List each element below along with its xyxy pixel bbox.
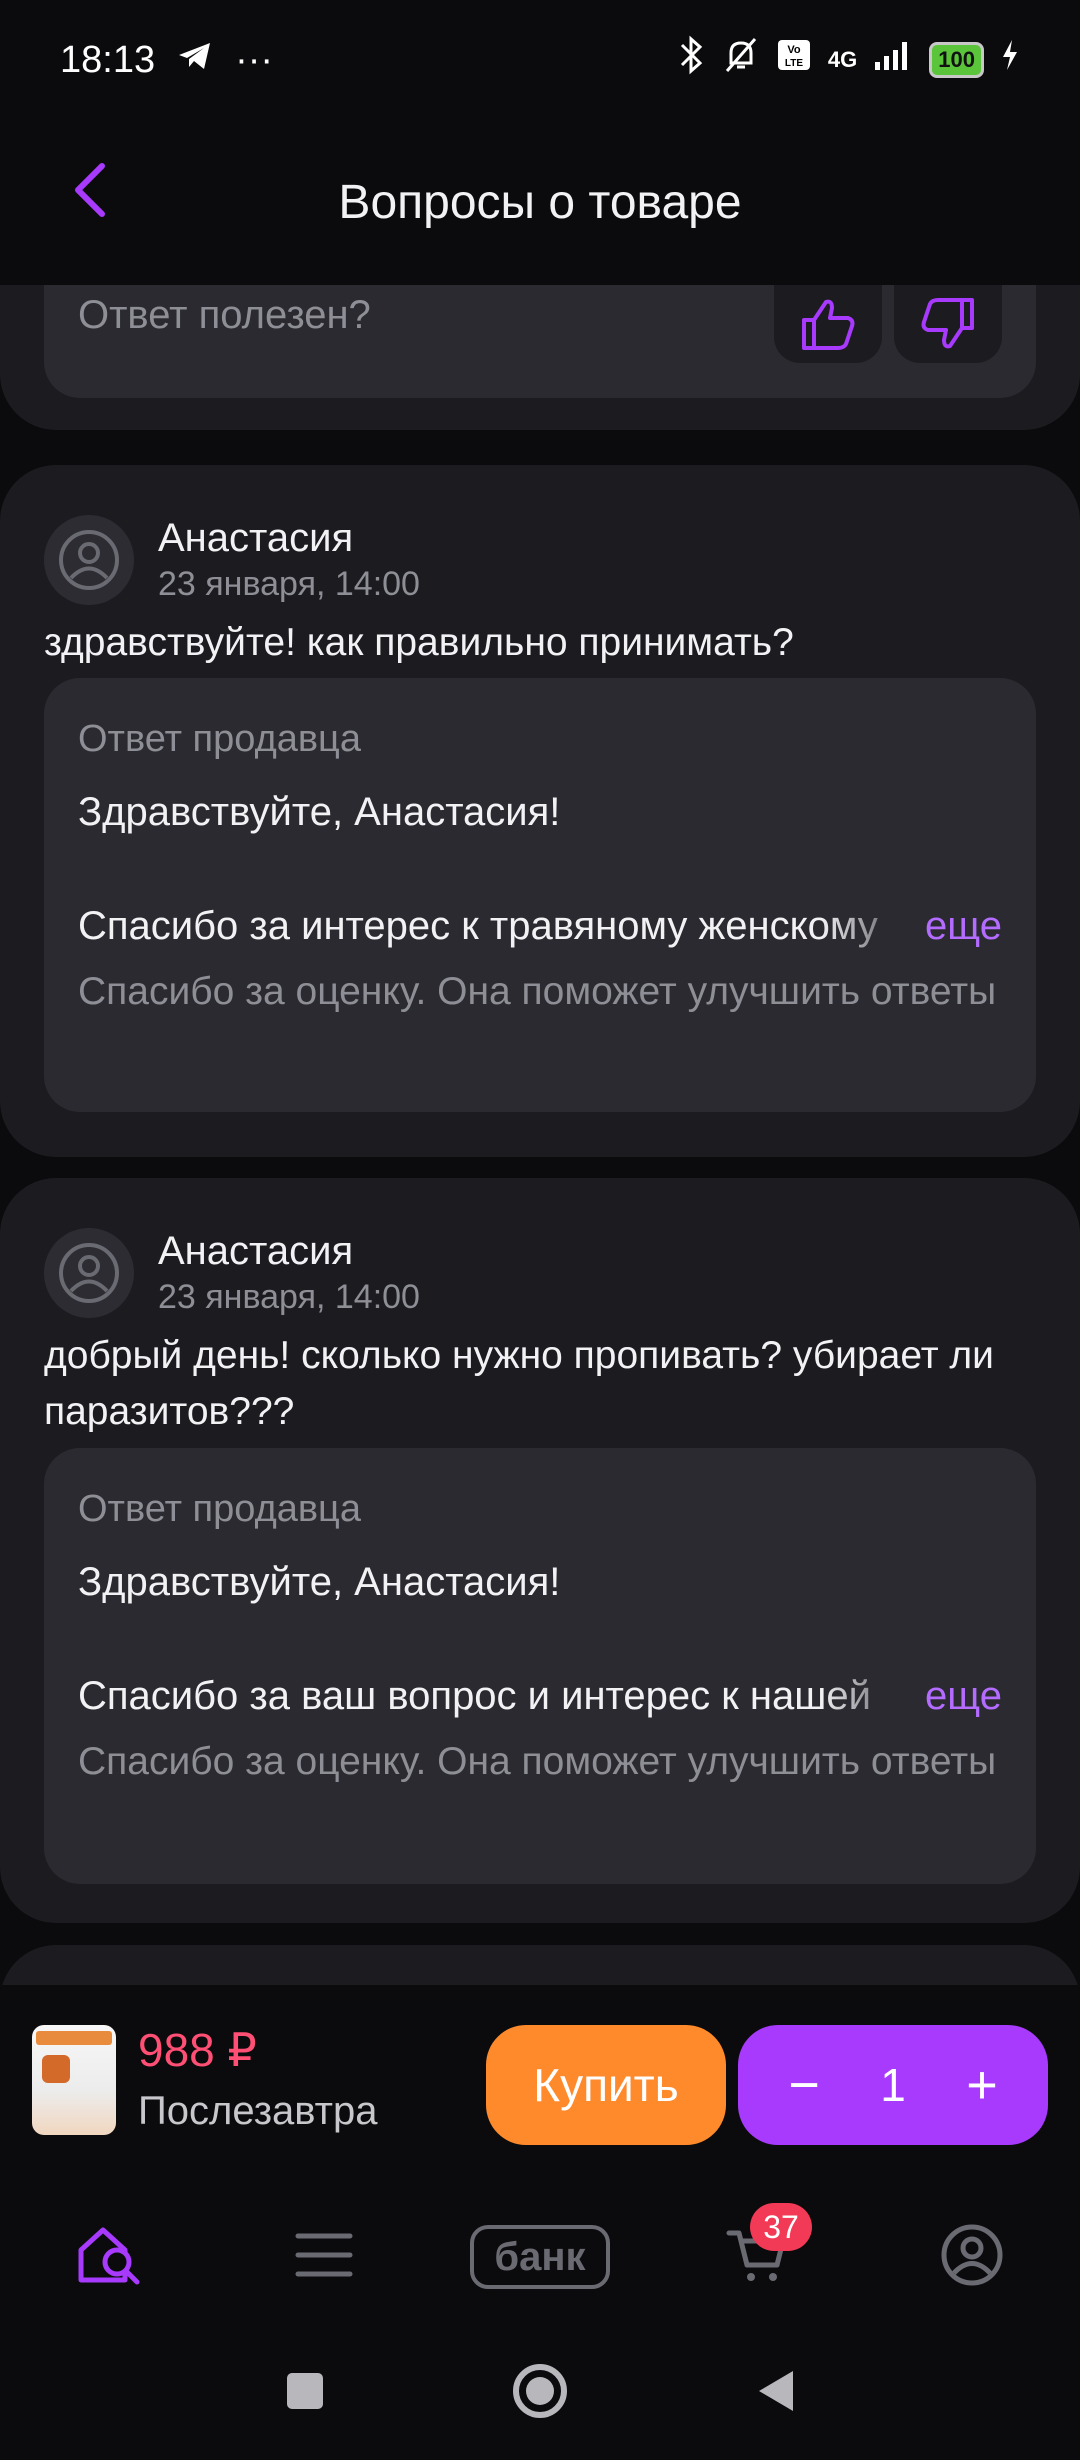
- recents-button[interactable]: [265, 2351, 345, 2431]
- back-nav-button[interactable]: [735, 2351, 815, 2431]
- seller-answer: Ответ продавца Здравствуйте, Анастасия! …: [44, 1448, 1036, 1884]
- charging-icon: [1000, 38, 1020, 82]
- user-icon: [59, 530, 119, 590]
- questions-feed[interactable]: Ответ полезен? Анастасия 23 января, 14:0…: [0, 285, 1080, 1985]
- question-text: добрый день! сколько нужно пропивать? уб…: [44, 1334, 994, 1433]
- status-bar: 18:13 ··· Vo LTE 4G 100: [0, 0, 1080, 120]
- question-card: Анастасия 23 января, 14:00 добрый день! …: [0, 1178, 1080, 1923]
- nav-bank[interactable]: банк: [470, 2225, 610, 2289]
- answer-label: Ответ продавца: [78, 718, 361, 760]
- mute-bell-icon: [722, 35, 760, 85]
- thumbs-up-icon: [802, 299, 855, 350]
- telegram-icon: [177, 39, 213, 82]
- avatar: [44, 515, 134, 605]
- answer-snippet: Спасибо за интерес к травяному женскому …: [78, 898, 1002, 954]
- helpful-box: Ответ полезен?: [44, 285, 1036, 398]
- system-navigation: [0, 2325, 1080, 2460]
- thumbs-down-icon: [921, 298, 974, 349]
- feedback-thanks: Спасибо за оценку. Она поможет улучшить …: [78, 970, 997, 1013]
- feedback-thanks: Спасибо за оценку. Она поможет улучшить …: [78, 1740, 997, 1783]
- helpful-prompt: Ответ полезен?: [78, 293, 371, 337]
- menu-icon: [295, 2233, 353, 2277]
- svg-text:LTE: LTE: [785, 58, 803, 69]
- answer-snippet: Спасибо за ваш вопрос и интерес к нашей …: [78, 1668, 1002, 1724]
- thumbs-down-button[interactable]: [894, 285, 1002, 363]
- bottom-navigation: банк 37: [0, 2185, 1080, 2325]
- signal-type: 4G: [827, 47, 858, 72]
- question-author: Анастасия 23 января, 14:00: [44, 1228, 420, 1318]
- app-header: Вопросы о товаре: [0, 120, 1080, 285]
- nav-catalog[interactable]: [279, 2215, 369, 2295]
- circle-icon: [513, 2364, 567, 2418]
- back-button[interactable]: [50, 150, 130, 230]
- cart-count-badge: 37: [750, 2203, 812, 2251]
- decrease-quantity-button[interactable]: −: [774, 2054, 834, 2116]
- profile-icon: [941, 2224, 1003, 2286]
- product-price: 988 ₽: [138, 2024, 257, 2076]
- question-text: здравствуйте! как правильно принимать?: [44, 621, 794, 664]
- status-time: 18:13: [60, 38, 156, 81]
- product-thumbnail[interactable]: [32, 2025, 116, 2135]
- triangle-back-icon: [759, 2371, 793, 2411]
- thumbs-up-button[interactable]: [774, 285, 882, 363]
- nav-home[interactable]: [65, 2215, 155, 2295]
- more-notifications-icon: ···: [235, 38, 274, 81]
- answer-greeting: Здравствуйте, Анастасия!: [78, 1560, 561, 1604]
- avatar: [44, 1228, 134, 1318]
- answer-snippet-text: Спасибо за ваш вопрос и интерес к нашей: [78, 1673, 871, 1718]
- question-card-next: [0, 1945, 1080, 1985]
- battery-indicator: 100: [929, 42, 984, 78]
- square-icon: [287, 2373, 323, 2409]
- home-search-icon: [78, 2227, 140, 2285]
- quantity-value: 1: [880, 2059, 906, 2111]
- question-card: Анастасия 23 января, 14:00 здравствуйте!…: [0, 465, 1080, 1157]
- bluetooth-icon: [676, 35, 706, 85]
- home-button[interactable]: [500, 2351, 580, 2431]
- nav-profile[interactable]: [927, 2215, 1017, 2295]
- buy-button[interactable]: Купить: [486, 2025, 726, 2145]
- page-title: Вопросы о товаре: [338, 176, 742, 229]
- question-date: 23 января, 14:00: [158, 1278, 420, 1316]
- signal-icon: [873, 38, 913, 82]
- author-name: Анастасия: [158, 516, 354, 560]
- quantity-stepper: − 1 +: [738, 2025, 1048, 2145]
- user-icon: [59, 1243, 119, 1303]
- question-author: Анастасия 23 января, 14:00: [44, 515, 420, 605]
- answer-greeting: Здравствуйте, Анастасия!: [78, 790, 561, 834]
- question-card-previous: Ответ полезен?: [0, 285, 1080, 430]
- chevron-left-icon: [75, 163, 105, 217]
- increase-quantity-button[interactable]: +: [952, 2054, 1012, 2116]
- author-name: Анастасия: [158, 1229, 354, 1273]
- volte-icon: Vo LTE: [776, 38, 812, 82]
- buy-bar: 988 ₽ Послезавтра Купить − 1 +: [0, 1985, 1080, 2185]
- show-more-link[interactable]: еще: [923, 1674, 1002, 1719]
- answer-snippet-text: Спасибо за интерес к травяному женскому: [78, 903, 878, 948]
- svg-text:Vo: Vo: [787, 44, 801, 56]
- seller-answer: Ответ продавца Здравствуйте, Анастасия! …: [44, 678, 1036, 1112]
- delivery-date: Послезавтра: [138, 2089, 378, 2133]
- answer-label: Ответ продавца: [78, 1488, 361, 1530]
- show-more-link[interactable]: еще: [923, 904, 1002, 949]
- question-date: 23 января, 14:00: [158, 565, 420, 603]
